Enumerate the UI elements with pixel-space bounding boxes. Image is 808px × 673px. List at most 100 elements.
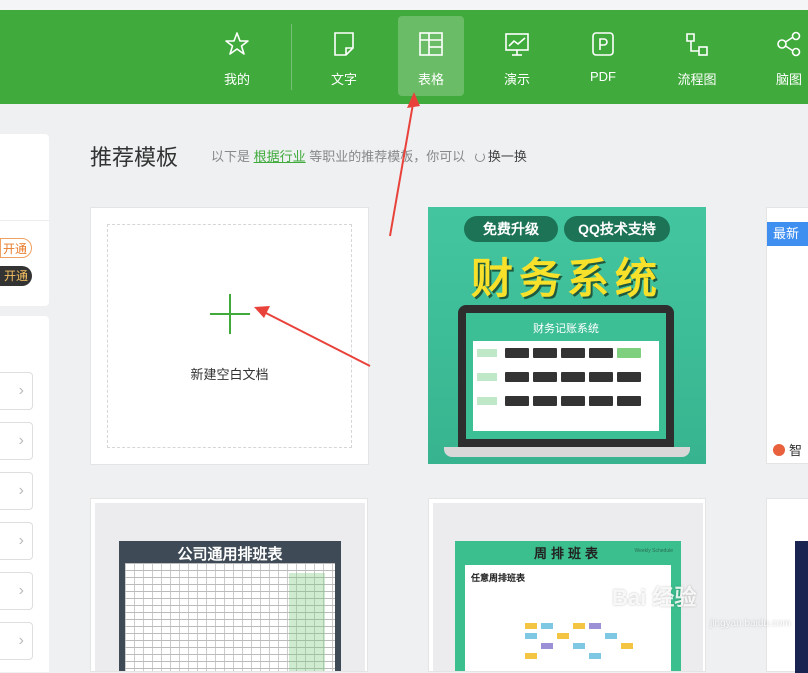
desc-prefix: 以下是 bbox=[211, 149, 251, 164]
schedule-grid bbox=[125, 563, 335, 671]
screen-button bbox=[561, 372, 585, 382]
section-title: 推荐模板 bbox=[90, 145, 179, 170]
screen-button bbox=[533, 396, 557, 406]
watermark-main: Bai 经验 bbox=[612, 585, 697, 610]
top-nav-bar: 我的 文字 表格 演示 PDF 流程图 脑图 bbox=[0, 10, 808, 104]
free-upgrade-tag: 免费升级 bbox=[464, 216, 558, 242]
screen-button bbox=[617, 348, 641, 358]
sidebar-list-item[interactable]: › bbox=[0, 572, 33, 610]
nav-item-mine[interactable]: 我的 bbox=[204, 16, 270, 96]
shift-cell bbox=[541, 643, 553, 649]
annotation-arrow-line bbox=[389, 97, 415, 237]
pdf-icon bbox=[592, 32, 614, 56]
highlight-column bbox=[289, 573, 325, 671]
new-blank-label: 新建空白文档 bbox=[190, 367, 269, 382]
laptop-illustration: 财务记账系统 bbox=[458, 305, 674, 447]
shift-cell bbox=[525, 633, 537, 639]
activate-vip-button[interactable]: 开通 bbox=[0, 266, 32, 286]
nav-label: 文字 bbox=[330, 72, 357, 87]
nav-item-presentation[interactable]: 演示 bbox=[484, 16, 550, 96]
schedule-title: 公司通用排班表 bbox=[177, 546, 283, 563]
screen-title: 财务记账系统 bbox=[533, 323, 599, 335]
nav-item-mindmap[interactable]: 脑图 bbox=[756, 16, 808, 96]
nav-item-flowchart[interactable]: 流程图 bbox=[664, 16, 730, 96]
industry-link[interactable]: 根据行业 bbox=[254, 149, 306, 164]
refresh-icon bbox=[474, 152, 485, 162]
sidebar-list-card: › › › › › › bbox=[0, 316, 49, 672]
desc-suffix: 等职业的推荐模板，你可以 bbox=[309, 149, 466, 164]
star-icon bbox=[225, 32, 249, 55]
section-description: 以下是 根据行业 等职业的推荐模板，你可以 换一换 bbox=[211, 146, 527, 165]
nav-label: 脑图 bbox=[775, 72, 802, 87]
swap-button[interactable]: 换一换 bbox=[474, 149, 527, 164]
schedule-sheet: 公司通用排班表 bbox=[119, 541, 341, 671]
nav-label: 我的 bbox=[223, 72, 250, 87]
row-label bbox=[477, 373, 497, 381]
row-label bbox=[477, 349, 497, 357]
flowchart-icon bbox=[686, 33, 708, 56]
qq-support-tag: QQ技术支持 bbox=[564, 216, 670, 242]
shift-cell bbox=[589, 653, 601, 659]
screen-button bbox=[589, 372, 613, 382]
screen-panel bbox=[473, 341, 659, 431]
activate-button[interactable]: 开通 bbox=[0, 238, 32, 258]
nav-item-pdf[interactable]: PDF bbox=[570, 16, 636, 96]
sidebar-list-item[interactable]: › bbox=[0, 422, 33, 460]
sidebar-list-item[interactable]: › bbox=[0, 372, 33, 410]
template-card-partial[interactable]: 最新 智 bbox=[766, 207, 808, 464]
nav-item-text[interactable]: 文字 bbox=[311, 16, 377, 96]
nav-item-spreadsheet[interactable]: 表格 bbox=[398, 16, 464, 96]
sheet-heading: 任意周排班表 bbox=[471, 573, 526, 583]
laptop-screen: 财务记账系统 bbox=[466, 313, 666, 439]
shift-cell bbox=[573, 623, 585, 629]
screen-button bbox=[561, 396, 585, 406]
divider bbox=[0, 220, 49, 221]
template-finance-system[interactable]: 免费升级 QQ技术支持 财务系统 财务记账系统 bbox=[428, 207, 706, 464]
sidebar-account-card: 开通 开通 bbox=[0, 134, 49, 306]
template-company-shift-schedule[interactable]: 公司通用排班表 bbox=[90, 498, 368, 672]
new-badge: 最新 bbox=[767, 222, 808, 246]
screen-button bbox=[505, 372, 529, 382]
sidebar-list-item[interactable]: › bbox=[0, 522, 33, 560]
mindmap-icon bbox=[777, 31, 801, 57]
brand-text: 智 bbox=[789, 443, 803, 458]
table-icon bbox=[419, 32, 443, 56]
nav-label: 演示 bbox=[503, 72, 530, 87]
screen-button bbox=[533, 372, 557, 382]
screen-button bbox=[617, 396, 641, 406]
shift-cell bbox=[525, 653, 537, 659]
new-blank-document-card[interactable]: 新建空白文档 bbox=[90, 207, 369, 465]
screen-button bbox=[589, 348, 613, 358]
window-top-strip bbox=[0, 0, 808, 10]
screen-button bbox=[561, 348, 585, 358]
row-label bbox=[477, 397, 497, 405]
nav-label: 表格 bbox=[417, 72, 444, 87]
shift-cell bbox=[621, 643, 633, 649]
plus-icon-bar bbox=[210, 313, 250, 315]
watermark: Bai 经验 jingyan.baidu.com bbox=[612, 580, 808, 640]
screen-button bbox=[505, 348, 529, 358]
shift-cell bbox=[573, 643, 585, 649]
shift-cell bbox=[589, 623, 601, 629]
watermark-sub: jingyan.baidu.com bbox=[710, 618, 791, 629]
sidebar-list-item[interactable]: › bbox=[0, 472, 33, 510]
laptop-base bbox=[444, 447, 690, 457]
shift-cell bbox=[557, 633, 569, 639]
shift-cell bbox=[541, 623, 553, 629]
screen-button bbox=[533, 348, 557, 358]
brand-label: 智 bbox=[773, 440, 802, 459]
template-title: 财务系统 bbox=[470, 255, 663, 302]
document-icon bbox=[334, 32, 354, 56]
nav-divider bbox=[291, 24, 292, 90]
screen-button bbox=[505, 396, 529, 406]
screen-button bbox=[617, 372, 641, 382]
nav-label: PDF bbox=[590, 69, 616, 84]
schedule-subtitle: Weekly Schedule bbox=[634, 548, 673, 554]
brand-logo-icon bbox=[773, 444, 785, 456]
shift-cell bbox=[525, 623, 537, 629]
nav-label: 流程图 bbox=[677, 72, 717, 87]
dashed-frame bbox=[107, 224, 352, 448]
sidebar-list-item[interactable]: › bbox=[0, 622, 33, 660]
swap-label: 换一换 bbox=[487, 149, 527, 164]
presentation-icon bbox=[505, 33, 529, 56]
